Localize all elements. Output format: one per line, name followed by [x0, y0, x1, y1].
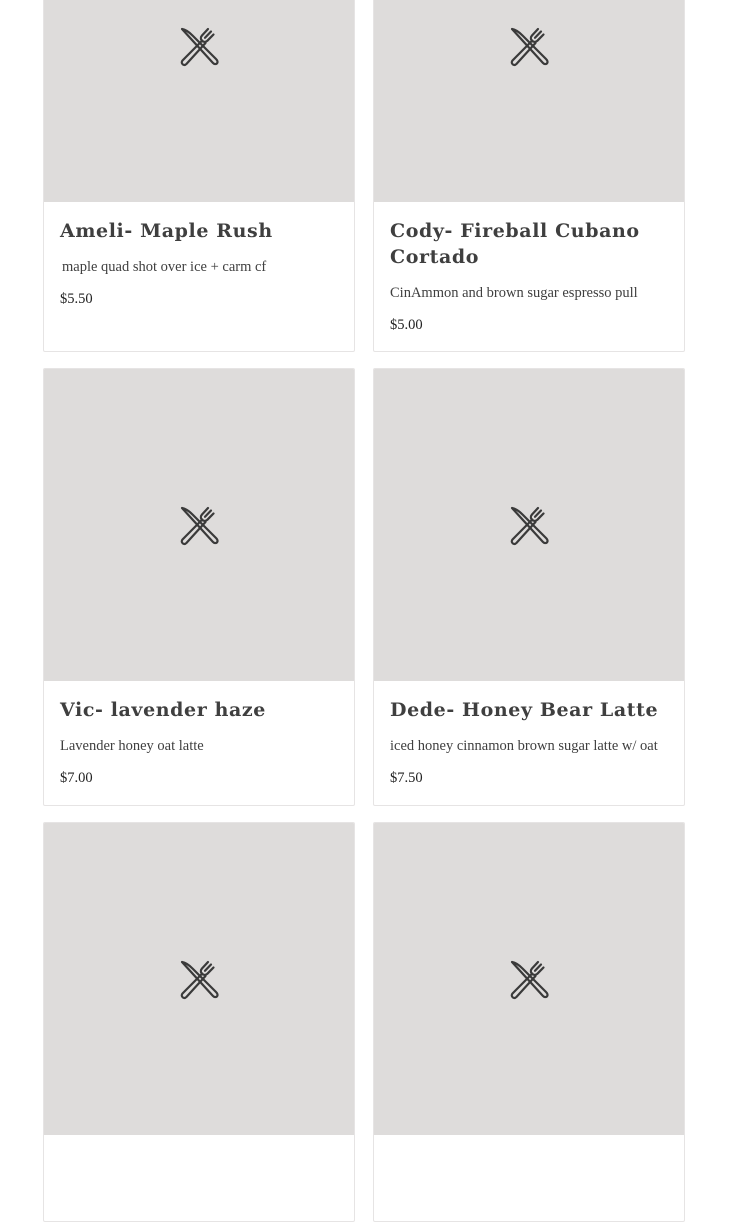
item-image-placeholder	[374, 0, 684, 202]
utensils-icon	[180, 506, 219, 546]
utensils-icon	[510, 960, 549, 1000]
item-image-placeholder	[44, 823, 354, 1135]
item-name: Ameli- Maple Rush	[60, 220, 273, 242]
item-description: iced honey cinnamon brown sugar latte w/…	[390, 738, 658, 754]
item-price: $7.00	[60, 770, 93, 786]
item-price: $7.50	[390, 770, 423, 786]
utensils-icon	[510, 27, 549, 67]
item-price: $5.50	[60, 291, 93, 307]
utensils-icon	[510, 506, 549, 546]
menu-item-card[interactable]: Dede- Honey Bear Latte iced honey cinnam…	[373, 368, 685, 806]
item-name: Vic- lavender haze	[60, 699, 266, 721]
item-name: Cody- Fireball Cubano Cortado	[390, 220, 640, 268]
menu-item-card[interactable]: Ameli- Maple Rush maple quad shot over i…	[43, 0, 355, 352]
item-image-placeholder	[44, 0, 354, 202]
menu-item-card[interactable]	[43, 822, 355, 1222]
item-description: Lavender honey oat latte	[60, 738, 204, 754]
item-price: $5.00	[390, 317, 423, 333]
menu-item-card[interactable]	[373, 822, 685, 1222]
utensils-icon	[180, 960, 219, 1000]
item-image-placeholder	[374, 823, 684, 1135]
item-description: maple quad shot over ice + carm cf	[62, 259, 267, 275]
menu-item-card[interactable]: Cody- Fireball Cubano Cortado CinAmmon a…	[373, 0, 685, 352]
item-name: Dede- Honey Bear Latte	[390, 699, 659, 721]
item-description: CinAmmon and brown sugar espresso pull	[390, 285, 638, 301]
utensils-icon	[180, 27, 219, 67]
item-image-placeholder	[374, 369, 684, 681]
item-image-placeholder	[44, 369, 354, 681]
menu-item-card[interactable]: Vic- lavender haze Lavender honey oat la…	[43, 368, 355, 806]
